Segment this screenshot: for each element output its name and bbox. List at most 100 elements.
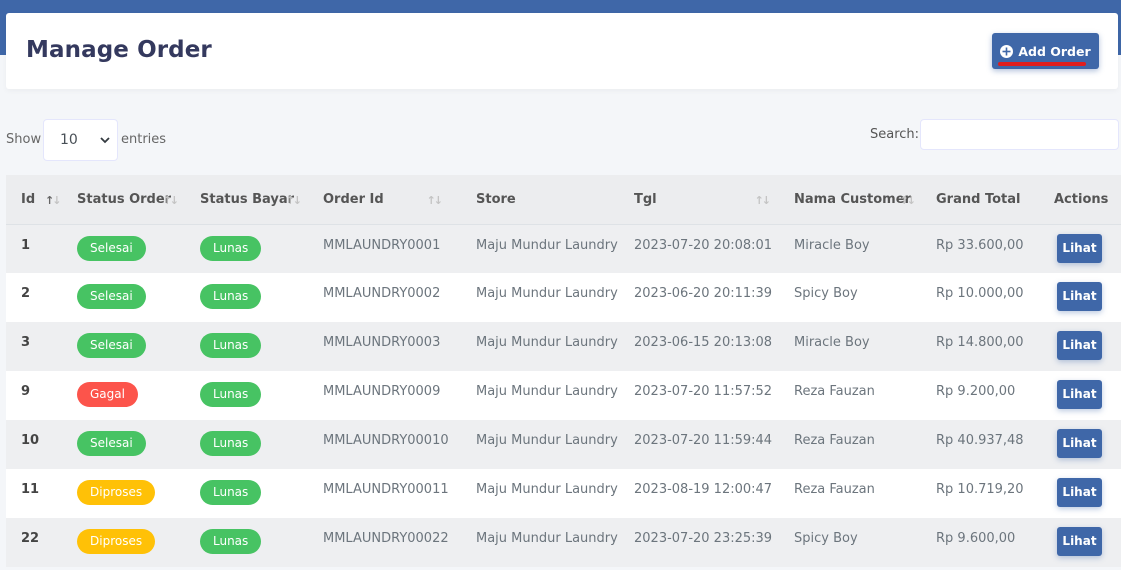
cell-status-order: Selesai: [62, 420, 185, 469]
cell-actions: Lihat: [1039, 420, 1121, 469]
cell-status-order: Selesai: [62, 273, 185, 322]
cell-status-order: Diproses: [62, 518, 185, 567]
entries-label: entries: [121, 132, 167, 147]
cell-grand-total: Rp 10.000,00: [936, 286, 1024, 301]
add-order-label: Add Order: [1018, 43, 1091, 59]
cell-status-bayar: Lunas: [185, 420, 308, 469]
cell-customer: Miracle Boy: [794, 237, 870, 253]
table-row: 9 Gagal Lunas MMLAUNDRY0009 Maju Mundur Laun…: [6, 371, 1121, 420]
cell-grand-total: Rp 14.800,00: [936, 335, 1024, 350]
cell-customer: Reza Fauzan: [794, 433, 875, 448]
cell-status-bayar: Lunas: [185, 224, 308, 273]
search-input[interactable]: [920, 119, 1119, 150]
search-label: Search:: [870, 127, 920, 142]
lihat-button[interactable]: Lihat: [1057, 282, 1102, 311]
cell-grand-total: Rp 33.600,00: [936, 237, 1024, 253]
cell-status-bayar: Lunas: [185, 273, 308, 322]
annotation-underline: [998, 62, 1086, 66]
lihat-button[interactable]: Lihat: [1057, 478, 1102, 507]
chevron-down-icon: [100, 137, 110, 144]
table-row: 11 Diproses Lunas MMLAUNDRY00011 Maju Mundur…: [6, 469, 1121, 518]
col-header-id[interactable]: Id ↑↓: [6, 175, 62, 225]
status-order-badge: Selesai: [77, 235, 146, 261]
status-order-badge: Selesai: [77, 333, 146, 358]
table-row: 10 Selesai Lunas MMLAUNDRY00010 Maju Mundur …: [6, 420, 1121, 469]
cell-grand-total: Rp 10.719,20: [936, 482, 1024, 497]
cell-tgl: 2023-06-20 20:11:39: [634, 286, 773, 301]
status-order-badge: Selesai: [77, 431, 146, 456]
cell-store: Maju Mundur Laundry: [476, 433, 618, 448]
col-header-nama-customer[interactable]: Nama Customer ↑↓: [779, 175, 921, 225]
show-label: Show: [6, 132, 42, 147]
lihat-button[interactable]: Lihat: [1057, 233, 1102, 263]
col-header-order-id[interactable]: Order Id ↑↓: [308, 175, 461, 225]
cell-order-id: MMLAUNDRY0003: [323, 335, 441, 350]
status-bayar-badge: Lunas: [200, 529, 262, 554]
status-bayar-badge: Lunas: [200, 480, 262, 505]
cell-tgl: 2023-07-20 11:59:44: [634, 433, 773, 448]
cell-tgl: 2023-07-20 20:08:01: [634, 237, 773, 253]
entries-selected-value: 10: [60, 132, 78, 148]
lihat-button[interactable]: Lihat: [1057, 429, 1102, 458]
sort-icon: ↑↓: [285, 194, 303, 207]
page-header-card: Manage Order Add Order: [6, 13, 1118, 89]
cell-customer: Reza Fauzan: [794, 384, 875, 399]
status-bayar-badge: Lunas: [200, 333, 262, 358]
cell-status-bayar: Lunas: [185, 322, 308, 371]
cell-status-order: Selesai: [62, 322, 185, 371]
cell-id: 9: [21, 384, 31, 399]
cell-status-order: Gagal: [62, 371, 185, 420]
cell-actions: Lihat: [1039, 273, 1121, 322]
status-bayar-badge: Lunas: [200, 284, 262, 309]
cell-store: Maju Mundur Laundry: [476, 335, 618, 350]
col-header-tgl[interactable]: Tgl ↑↓: [619, 175, 779, 225]
cell-order-id: MMLAUNDRY0009: [323, 384, 441, 399]
cell-store: Maju Mundur Laundry: [476, 384, 618, 399]
sort-icon: ↑↓: [45, 194, 62, 207]
cell-customer: Spicy Boy: [794, 531, 858, 546]
lihat-button[interactable]: Lihat: [1057, 380, 1102, 409]
entries-per-page-select[interactable]: 10: [43, 119, 118, 161]
cell-order-id: MMLAUNDRY0001: [323, 237, 441, 253]
sort-icon: ↑↓: [426, 194, 444, 207]
status-bayar-badge: Lunas: [200, 431, 262, 456]
status-order-badge: Diproses: [77, 480, 156, 505]
status-bayar-badge: Lunas: [200, 235, 262, 261]
cell-id: 22: [21, 531, 40, 546]
cell-id: 2: [21, 286, 31, 301]
table-row: 1 Selesai Lunas MMLAUNDRY0001 Maju Mundur La…: [6, 224, 1121, 273]
sort-icon: ↑↓: [899, 194, 917, 207]
cell-id: 11: [21, 482, 40, 497]
col-header-status-bayar[interactable]: Status Bayar ↑↓: [185, 175, 308, 225]
cell-tgl: 2023-07-20 11:57:52: [634, 384, 773, 399]
cell-status-bayar: Lunas: [185, 469, 308, 518]
col-header-status-order[interactable]: Status Order ↑↓: [62, 175, 185, 225]
col-header-actions: Actions: [1039, 175, 1121, 225]
cell-store: Maju Mundur Laundry: [476, 531, 618, 546]
status-bayar-badge: Lunas: [200, 382, 262, 407]
cell-id: 1: [21, 237, 31, 253]
cell-customer: Reza Fauzan: [794, 482, 875, 497]
cell-store: Maju Mundur Laundry: [476, 482, 618, 497]
lihat-button[interactable]: Lihat: [1057, 331, 1102, 360]
cell-order-id: MMLAUNDRY00010: [323, 433, 449, 448]
cell-actions: Lihat: [1039, 322, 1121, 371]
cell-tgl: 2023-08-19 12:00:47: [634, 482, 773, 497]
table-row: 22 Diproses Lunas MMLAUNDRY00022 Maju Mundur…: [6, 518, 1121, 567]
cell-customer: Miracle Boy: [794, 335, 870, 350]
lihat-button[interactable]: Lihat: [1057, 527, 1102, 556]
table-row: 3 Selesai Lunas MMLAUNDRY0003 Maju Mundur La…: [6, 322, 1121, 371]
cell-status-bayar: Lunas: [185, 371, 308, 420]
cell-store: Maju Mundur Laundry: [476, 286, 618, 301]
cell-customer: Spicy Boy: [794, 286, 858, 301]
cell-tgl: 2023-07-20 23:25:39: [634, 531, 773, 546]
table-row: 2 Selesai Lunas MMLAUNDRY0002 Maju Mundur La…: [6, 273, 1121, 322]
cell-order-id: MMLAUNDRY0002: [323, 286, 441, 301]
cell-id: 3: [21, 335, 31, 350]
cell-grand-total: Rp 40.937,48: [936, 433, 1024, 448]
cell-status-order: Diproses: [62, 469, 185, 518]
sort-icon: ↑↓: [162, 194, 180, 207]
cell-actions: Lihat: [1039, 371, 1121, 420]
table-header-row: Id ↑↓ Status Order ↑↓ Status Bayar ↑↓ Order…: [6, 175, 1121, 225]
cell-status-bayar: Lunas: [185, 518, 308, 567]
